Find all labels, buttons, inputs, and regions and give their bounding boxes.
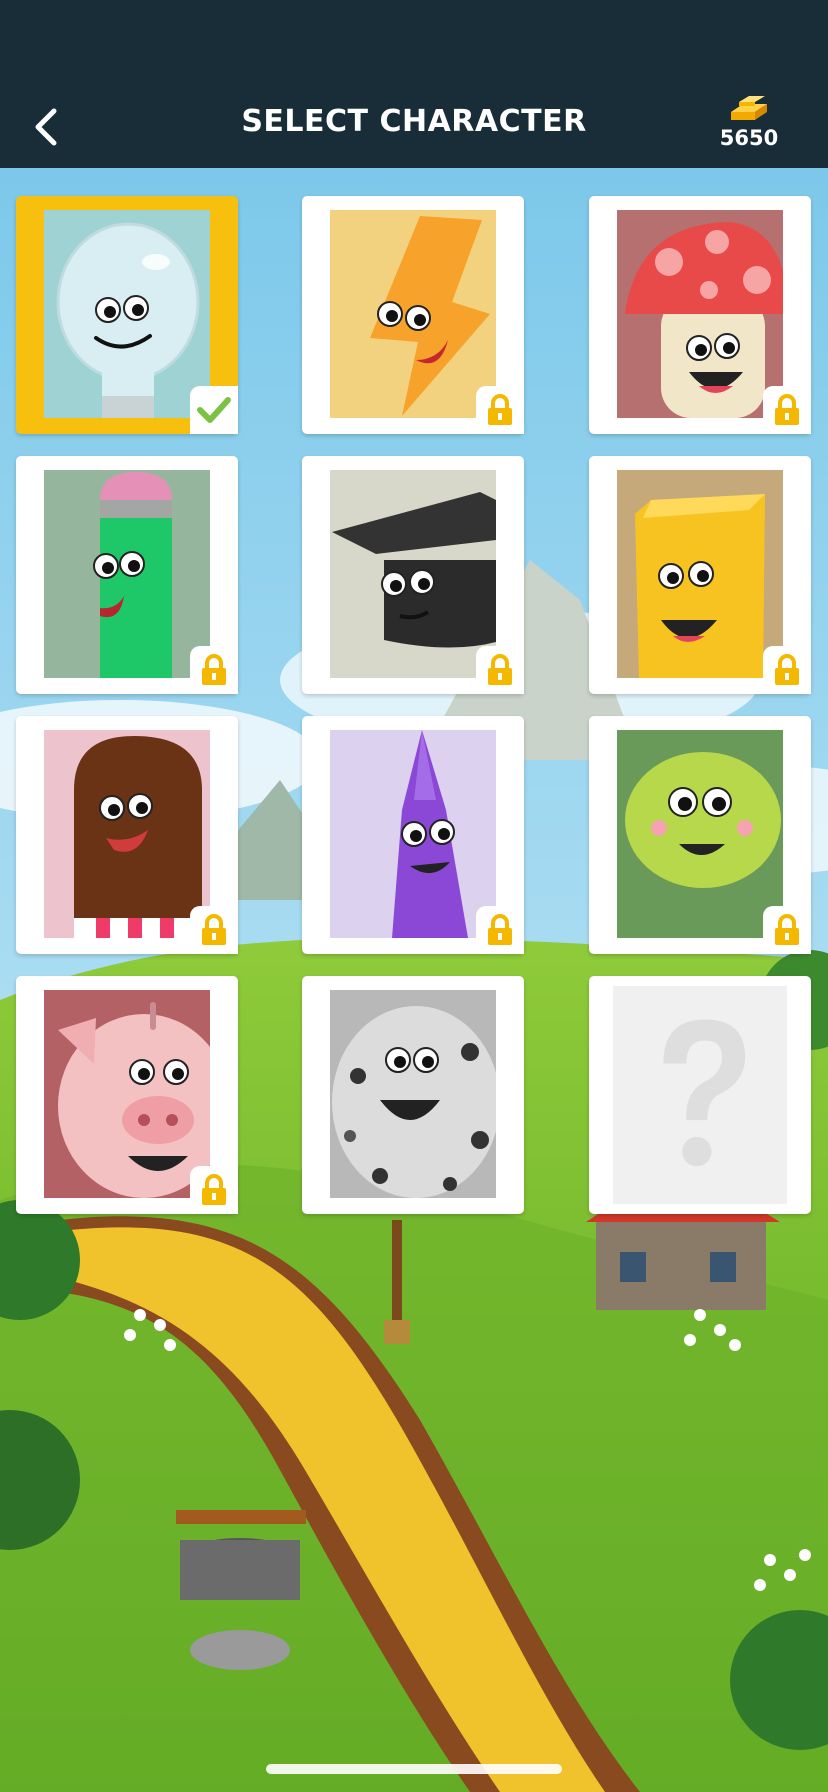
selected-check-badge [190, 386, 238, 434]
character-card-lightning-bolt[interactable] [302, 196, 524, 434]
checkmark-icon [197, 397, 231, 423]
character-portrait [44, 470, 210, 678]
character-portrait [330, 990, 496, 1198]
lock-badge [476, 646, 524, 694]
graduation-cap-character-icon [330, 470, 496, 678]
lock-icon [202, 1174, 226, 1205]
character-card-mushroom[interactable] [589, 196, 811, 434]
purple-crayon-character-icon [330, 730, 496, 938]
character-portrait [617, 210, 783, 418]
lock-badge [476, 386, 524, 434]
coin-balance: 5650 [704, 94, 794, 150]
character-card-purple-crayon[interactable] [302, 716, 524, 954]
lock-badge [763, 906, 811, 954]
top-bar: SELECT CHARACTER 5650 [0, 0, 828, 168]
character-card-cookie[interactable] [302, 976, 524, 1214]
chocolate-popsicle-character-icon [44, 730, 210, 938]
coin-count: 5650 [719, 126, 779, 150]
lightning-bolt-character-icon [330, 210, 496, 418]
lightbulb-character-icon [44, 210, 210, 418]
character-card-green-slime[interactable] [589, 716, 811, 954]
lock-badge [763, 386, 811, 434]
character-portrait [44, 210, 210, 418]
character-portrait [44, 730, 210, 938]
lock-icon [775, 654, 799, 685]
character-portrait [611, 986, 789, 1204]
lock-badge [763, 646, 811, 694]
character-card-gold-bar[interactable] [589, 456, 811, 694]
home-indicator[interactable] [266, 1764, 562, 1774]
lock-icon [202, 654, 226, 685]
lock-icon [775, 914, 799, 945]
character-portrait [44, 990, 210, 1198]
character-portrait [330, 210, 496, 418]
character-portrait [330, 470, 496, 678]
lock-icon [202, 914, 226, 945]
lock-icon [488, 654, 512, 685]
question-mark-icon [613, 986, 787, 1204]
character-card-lightbulb[interactable] [16, 196, 238, 434]
character-portrait [617, 470, 783, 678]
lock-badge [476, 906, 524, 954]
cookie-character-icon [330, 990, 496, 1198]
lock-icon [488, 914, 512, 945]
mushroom-character-icon [617, 210, 783, 418]
character-card-chocolate-popsicle[interactable] [16, 716, 238, 954]
pencil-character-icon [44, 470, 210, 678]
green-slime-character-icon [617, 730, 783, 938]
gold-bars-icon [731, 96, 767, 120]
character-grid [0, 0, 828, 1792]
lock-badge [190, 646, 238, 694]
character-portrait [330, 730, 496, 938]
lock-badge [190, 1166, 238, 1214]
character-portrait [617, 730, 783, 938]
character-card-mystery[interactable] [589, 976, 811, 1214]
character-card-pencil[interactable] [16, 456, 238, 694]
character-card-graduation-cap[interactable] [302, 456, 524, 694]
gold-bar-character-icon [617, 470, 783, 678]
lock-badge [190, 906, 238, 954]
character-card-piggy-bank[interactable] [16, 976, 238, 1214]
piggy-bank-character-icon [44, 990, 210, 1198]
lock-icon [488, 394, 512, 425]
lock-icon [775, 394, 799, 425]
